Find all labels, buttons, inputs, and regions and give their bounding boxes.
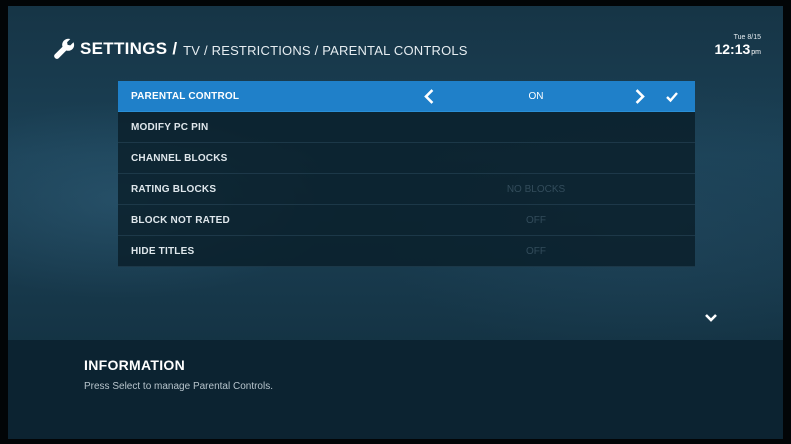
screen-bezel-bottom bbox=[0, 439, 791, 444]
information-panel: INFORMATION Press Select to manage Paren… bbox=[8, 340, 783, 439]
menu-item-label: RATING BLOCKS bbox=[131, 183, 217, 195]
wrench-icon bbox=[54, 38, 75, 59]
page-title: SETTINGS bbox=[80, 39, 168, 58]
settings-screen: SETTINGS / TV / RESTRICTIONS / PARENTAL … bbox=[0, 0, 791, 444]
menu-item-channel-blocks[interactable]: CHANNEL BLOCKS bbox=[118, 143, 695, 174]
clock-ampm: pm bbox=[751, 49, 761, 56]
menu-item-value: ON bbox=[528, 90, 544, 102]
menu-item-label: MODIFY PC PIN bbox=[131, 121, 209, 133]
menu-item-label: HIDE TITLES bbox=[131, 245, 195, 257]
clock-date: Tue 8/15 bbox=[733, 34, 761, 41]
breadcrumb-path: TV / RESTRICTIONS / PARENTAL CONTROLS bbox=[183, 42, 468, 58]
settings-menu: PARENTAL CONTROL ON MODIFY PC PIN CHANNE… bbox=[118, 81, 695, 267]
menu-item-label: PARENTAL CONTROL bbox=[131, 90, 240, 102]
chevron-right-icon[interactable] bbox=[634, 89, 646, 104]
check-icon[interactable] bbox=[665, 90, 679, 103]
clock-time: 12:13 bbox=[714, 41, 751, 57]
menu-item-rating-blocks[interactable]: RATING BLOCKS NO BLOCKS bbox=[118, 174, 695, 205]
menu-item-parental-control[interactable]: PARENTAL CONTROL ON bbox=[118, 81, 695, 112]
menu-item-value: NO BLOCKS bbox=[506, 183, 566, 195]
menu-item-label: BLOCK NOT RATED bbox=[131, 214, 230, 226]
breadcrumb: SETTINGS / TV / RESTRICTIONS / PARENTAL … bbox=[52, 34, 468, 64]
screen-bezel-top bbox=[0, 0, 791, 6]
clock: Tue 8/15 12:13pm bbox=[714, 34, 761, 59]
chevron-down-icon[interactable] bbox=[703, 311, 719, 325]
menu-item-modify-pc-pin[interactable]: MODIFY PC PIN bbox=[118, 112, 695, 143]
screen-bezel-left bbox=[0, 0, 8, 444]
chevron-left-icon[interactable] bbox=[423, 89, 435, 104]
menu-item-block-not-rated[interactable]: BLOCK NOT RATED OFF bbox=[118, 205, 695, 236]
information-title: INFORMATION bbox=[84, 357, 186, 373]
menu-item-label: CHANNEL BLOCKS bbox=[131, 152, 228, 164]
menu-item-value: OFF bbox=[526, 245, 546, 257]
breadcrumb-separator: / bbox=[172, 39, 178, 58]
menu-item-value: OFF bbox=[526, 214, 546, 226]
screen-bezel-right bbox=[783, 0, 791, 444]
menu-item-hide-titles[interactable]: HIDE TITLES OFF bbox=[118, 236, 695, 267]
information-text: Press Select to manage Parental Controls… bbox=[84, 381, 273, 392]
